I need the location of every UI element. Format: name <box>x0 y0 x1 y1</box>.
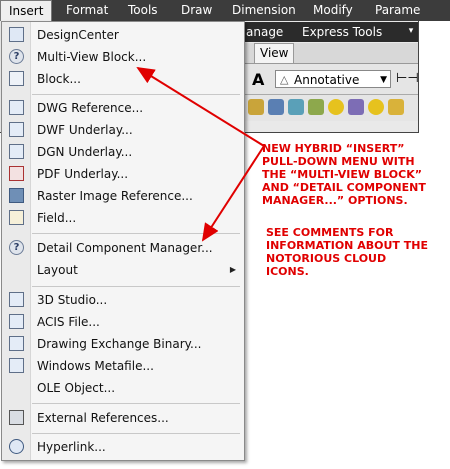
arrow-to-detail-component-manager <box>201 145 265 242</box>
annotation-line: ICONS. <box>266 265 309 278</box>
annotation-line: AND “DETAIL COMPONENT <box>262 181 426 194</box>
annotation-line: THE “MULTI-VIEW BLOCK” <box>262 168 422 181</box>
annotation-line: MANAGER...” OPTIONS. <box>262 194 408 207</box>
annotation-line: NEW HYBRID “INSERT” <box>262 142 405 155</box>
annotation-line: NOTORIOUS CLOUD <box>266 252 387 265</box>
annotation-note-cloud-icons: SEE COMMENTS FOR INFORMATION ABOUT THE N… <box>266 226 428 278</box>
annotation-line: PULL-DOWN MENU WITH <box>262 155 415 168</box>
arrow-to-multi-view-block <box>136 66 265 147</box>
annotation-line: SEE COMMENTS FOR <box>266 226 394 239</box>
annotation-note-new-menu: NEW HYBRID “INSERT” PULL-DOWN MENU WITH … <box>262 142 426 207</box>
annotation-line: INFORMATION ABOUT THE <box>266 239 428 252</box>
